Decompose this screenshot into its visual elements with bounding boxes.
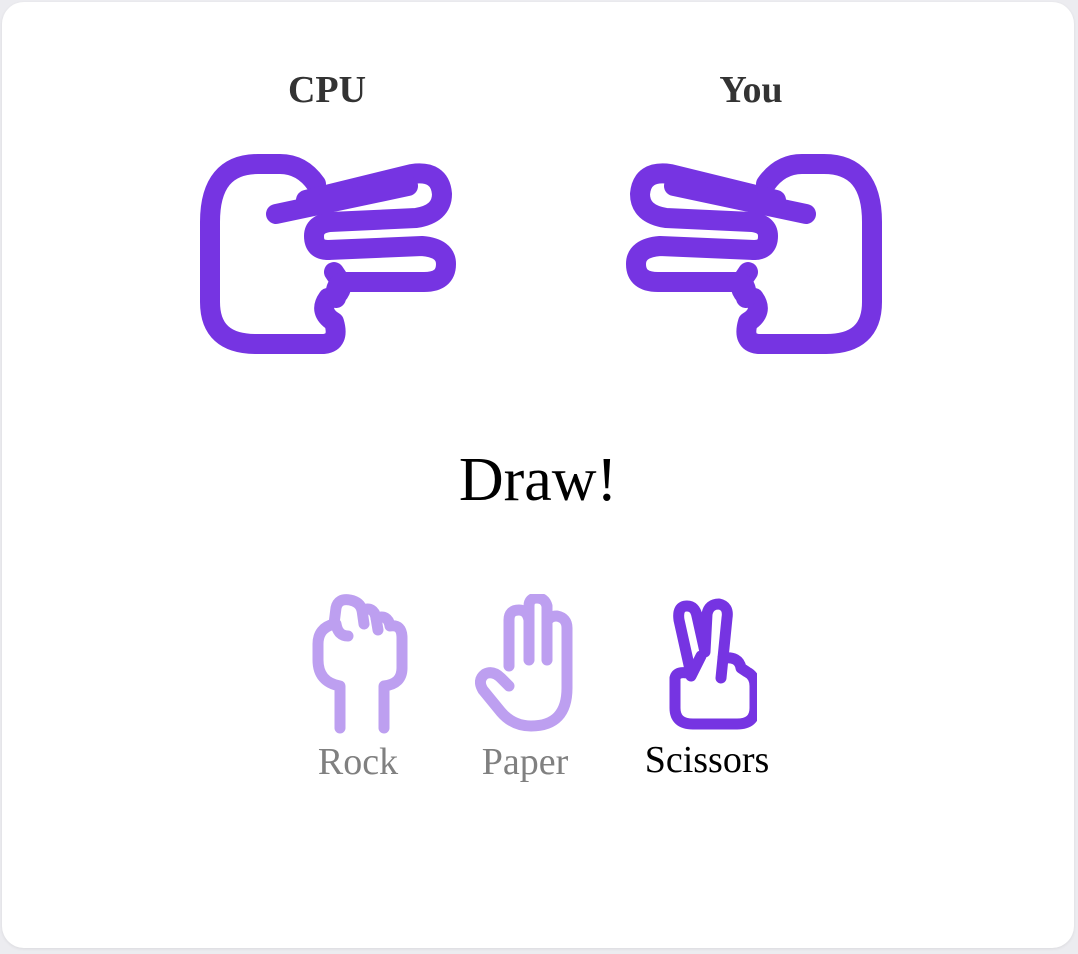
choice-scissors-button[interactable]: Scissors bbox=[637, 588, 777, 818]
cpu-label: CPU bbox=[287, 69, 367, 111]
you-label: You bbox=[719, 69, 783, 111]
game-card: CPU You Draw! Rock Paper Scissors bbox=[2, 2, 1074, 948]
choice-paper-button[interactable]: Paper bbox=[455, 588, 595, 818]
cpu-scissors-hand-icon bbox=[200, 154, 456, 354]
result-text: Draw! bbox=[458, 446, 618, 514]
rock-fist-icon bbox=[312, 594, 408, 734]
choice-paper-label: Paper bbox=[481, 741, 569, 783]
scissors-hand-icon bbox=[669, 598, 757, 730]
paper-hand-icon bbox=[475, 594, 573, 732]
choice-rock-button[interactable]: Rock bbox=[288, 588, 428, 818]
you-scissors-hand-icon bbox=[626, 154, 882, 354]
choice-rock-label: Rock bbox=[317, 741, 399, 783]
choice-scissors-label: Scissors bbox=[644, 739, 770, 781]
